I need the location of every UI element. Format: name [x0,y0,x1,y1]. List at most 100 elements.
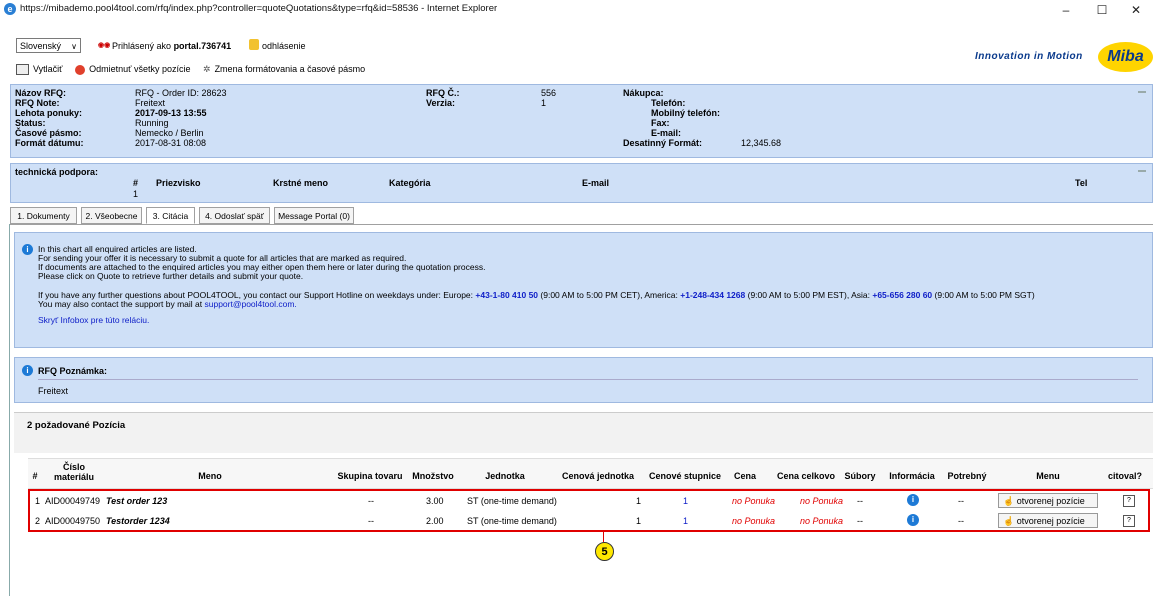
decimal-format: 12,345.68 [741,138,782,148]
window-title: https://mibademo.pool4tool.com/rfq/index… [20,3,498,14]
decimal-format-label: Desatinný Formát: [623,138,703,148]
tab-documents[interactable]: 1. Dokumenty [10,207,77,224]
tagline: Innovation in Motion [975,51,1083,62]
hide-infobox-link[interactable]: Skryť Infobox pre túto reláciu. [38,315,149,325]
logged-user: portal.736741 [173,41,232,51]
positions-title: 2 požadované Pozícia [27,420,126,431]
column-header: Cenová jednotka [561,471,635,481]
support-row-number: 1 [133,189,139,199]
highlight-box [28,489,1150,532]
logged-in-as: Prihlásený ako portal.736741 [112,41,231,51]
info-icon: i [22,244,33,255]
column-header: Potrebný [947,471,987,481]
phone-asia: +65-656 280 60 [872,290,933,300]
phone-america: +1-248-434 1268 [680,290,746,300]
column-header: Číslo materiálu [53,462,95,482]
column-header: # [32,471,38,481]
note-text: Freitext [38,386,69,396]
rfq-note-panel: i RFQ Poznámka: Freitext [14,357,1153,403]
lock-icon [249,39,259,50]
contact-text: (9:00 AM to 5:00 PM SGT) [934,290,1035,300]
rfq-value: 2017-08-31 08:08 [135,138,207,148]
chevron-down-icon: ∨ [71,42,77,51]
mobile-label: Mobilný telefón: [651,108,720,118]
language-select-value: Slovenský [20,41,62,51]
callout-badge: 5 [595,542,614,561]
format-timezone-button[interactable]: Zmena formátovania a časové pásmo [215,64,366,74]
buyer-label: Nákupca: [623,88,664,98]
note-title: RFQ Poznámka: [38,366,108,376]
tab-quotation[interactable]: 3. Citácia [146,207,195,224]
rfq-number: 556 [541,88,557,98]
close-button[interactable]: ✕ [1118,0,1153,20]
rfq-label: Status: [15,118,46,128]
support-col: Priezvisko [156,178,201,188]
maximize-button[interactable]: ☐ [1084,0,1120,20]
support-col: Krstné meno [273,178,329,188]
infobox-mail: You may also contact the support by mail… [38,299,297,309]
rfq-value: Running [135,118,169,128]
print-button[interactable]: Vytlačiť [33,64,63,74]
column-header: Cena [733,471,756,481]
column-header: Cena celkovo [776,471,836,481]
note-divider [38,379,1138,380]
internet-explorer-icon: e [4,3,16,15]
email-label: E-mail: [651,128,682,138]
rfq-value: RFQ - Order ID: 28623 [135,88,227,98]
logged-prefix: Prihlásený ako [112,41,172,51]
infobox: i In this chart all enquired articles ar… [14,232,1153,348]
rfq-label: RFQ Note: [15,98,60,108]
rfq-label: Lehota ponuky: [15,108,82,118]
column-header: Meno [198,471,222,481]
info-icon: i [22,365,33,376]
rfq-info-panel: Názov RFQ: RFQ Note: Lehota ponuky: Stat… [10,84,1153,158]
column-header: Cenové stupnice [648,471,722,481]
content-border [9,224,10,596]
reject-icon [75,64,86,75]
column-header: Menu [1036,471,1060,481]
version: 1 [541,98,547,108]
support-col: Kategória [389,178,431,188]
support-col: E-mail [582,178,610,188]
logout-link[interactable]: odhlásenie [262,41,306,51]
app-header: Slovenský ∨ ◉◉ Prihlásený ako portal.736… [0,20,1153,82]
language-select[interactable]: Slovenský ∨ [16,38,81,53]
rfq-label: Formát dátumu: [15,138,84,148]
callout-line [603,532,604,542]
print-icon [16,64,29,76]
miba-logo: Miba [1098,42,1153,72]
user-icon: ◉◉ [98,42,111,49]
support-title: technická podpora: [15,167,99,177]
settings-icon: ✲ [203,64,211,75]
column-header: citoval? [1107,471,1142,481]
tab-message-portal[interactable]: Message Portal (0) [274,207,354,224]
rfq-value: Nemecko / Berlin [135,128,204,138]
support-panel: technická podpora: # Priezvisko Krstné m… [10,163,1153,203]
tab-general[interactable]: 2. Všeobecne [81,207,142,224]
phone-label: Telefón: [651,98,686,108]
version-label: Verzia: [426,98,456,108]
rfq-value: Freitext [135,98,166,108]
contact-text: (9:00 AM to 5:00 PM EST), Asia: [747,290,870,300]
reject-all-button[interactable]: Odmietnuť všetky pozície [89,64,190,74]
tab-divider [10,224,1153,225]
collapse-icon[interactable] [1138,170,1146,172]
rfq-label: Časové pásmo: [15,128,82,138]
rfq-deadline: 2017-09-13 13:55 [135,108,207,118]
infobox-text: Please click on Quote to retrieve furthe… [38,271,304,281]
support-mail-link[interactable]: support@pool4tool.com. [205,299,297,309]
mail-text: You may also contact the support by mail… [38,299,203,309]
window-titlebar: e https://mibademo.pool4tool.com/rfq/ind… [0,0,1153,20]
column-header: Súbory [844,471,876,481]
minimize-button[interactable]: – [1048,0,1084,20]
contact-text: (9:00 AM to 5:00 PM CET), America: [540,290,678,300]
support-col: Tel [1075,178,1088,188]
column-header: Informácia [889,471,935,481]
column-header: Jednotka [485,471,525,481]
tab-send-back[interactable]: 4. Odoslať späť [199,207,270,224]
rfq-label: Názov RFQ: [15,88,67,98]
fax-label: Fax: [651,118,670,128]
toolbar: Vytlačiť Odmietnuť všetky pozície ✲ Zmena… [16,64,369,76]
collapse-icon[interactable] [1138,91,1146,93]
support-col: # [133,178,139,188]
